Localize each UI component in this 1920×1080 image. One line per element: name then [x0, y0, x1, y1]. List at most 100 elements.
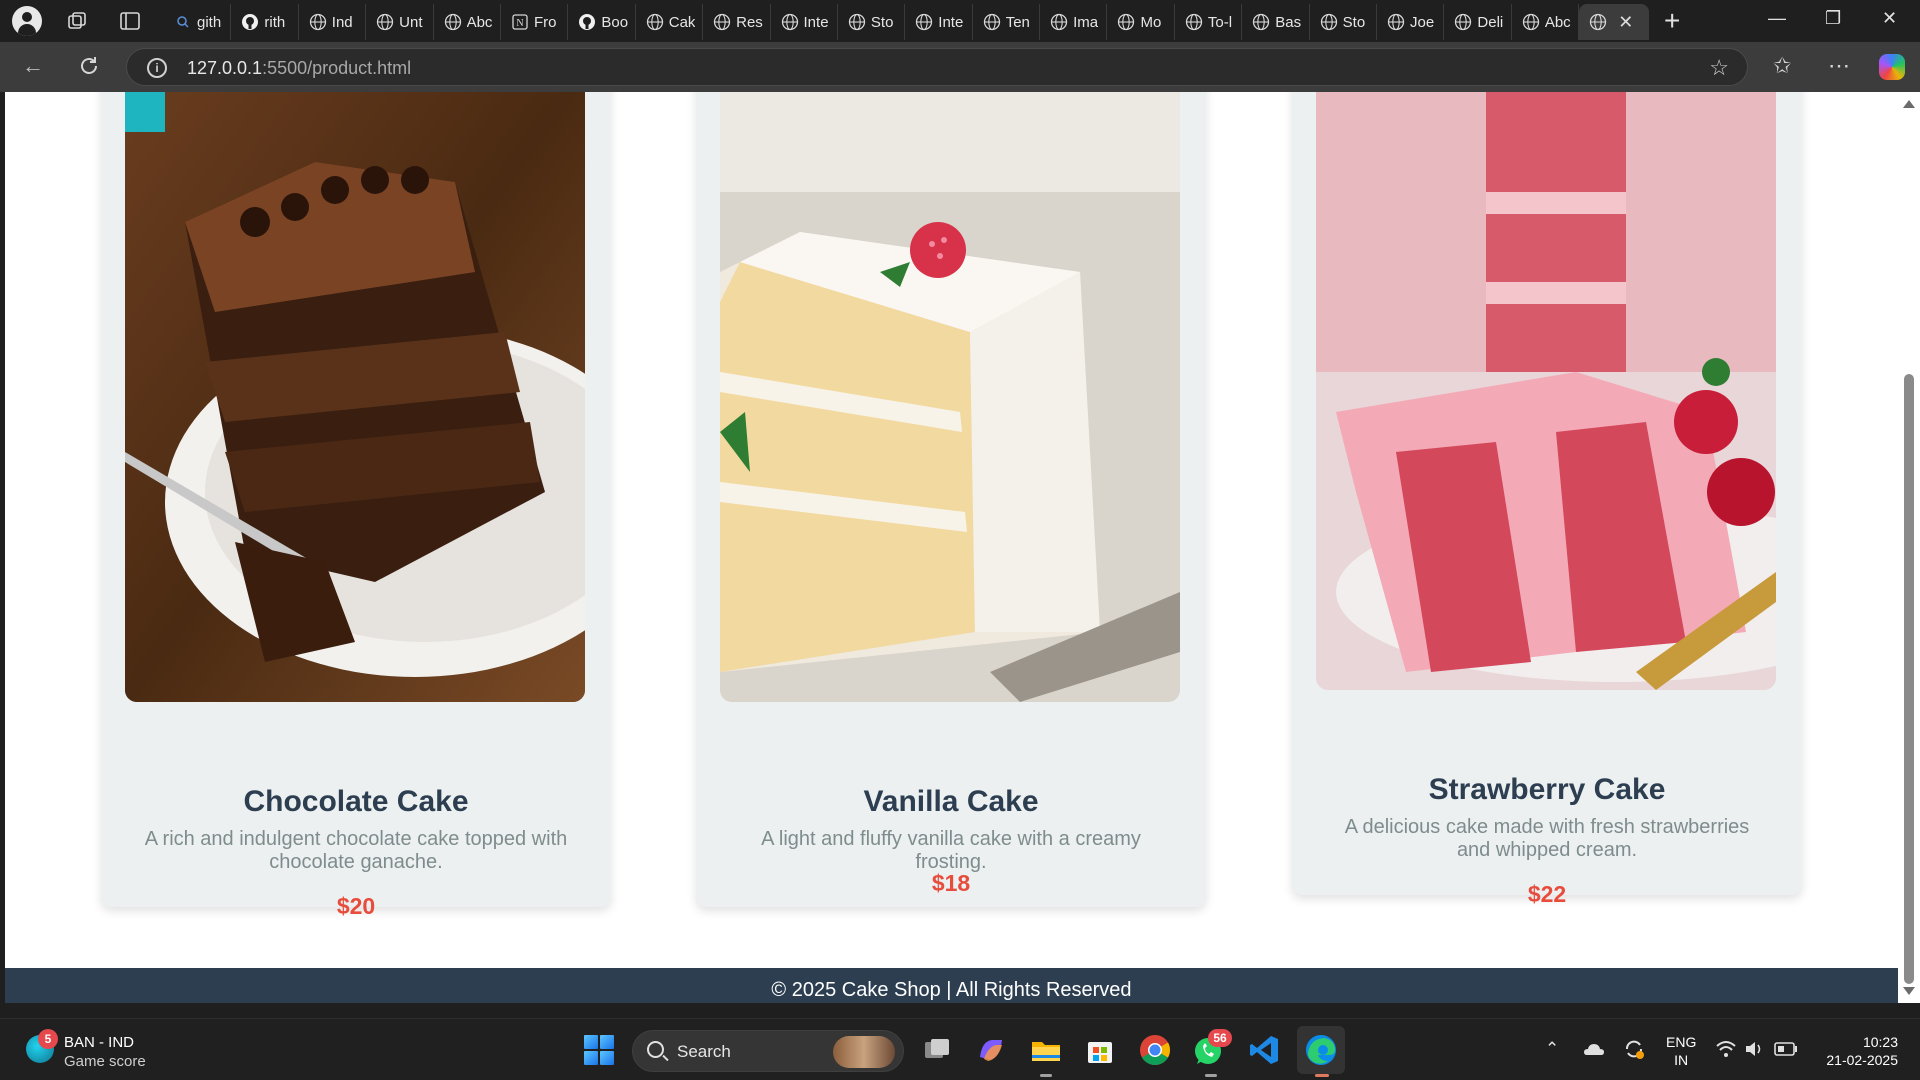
strawberry-cake-image: [1316, 92, 1776, 690]
product-card-strawberry: Strawberry Cake A delicious cake made wi…: [1292, 92, 1802, 907]
workspaces-icon[interactable]: [66, 10, 88, 32]
back-arrow-icon[interactable]: ←: [22, 54, 44, 78]
product-price: $22: [1527, 881, 1567, 907]
sports-widget[interactable]: 5 BAN - IND Game score: [24, 1029, 184, 1073]
onedrive-cloud-icon[interactable]: [1583, 1039, 1605, 1061]
browser-tab[interactable]: Bas: [1242, 4, 1310, 40]
globe-icon: [646, 13, 664, 31]
microsoft-store-icon[interactable]: [1083, 1033, 1117, 1067]
taskbar-search[interactable]: Search: [632, 1030, 904, 1072]
clock-date: 21-02-2025: [1826, 1052, 1898, 1068]
tab-title: Ind: [331, 13, 353, 31]
start-windows-icon[interactable]: [584, 1035, 614, 1065]
vscode-icon[interactable]: [1247, 1033, 1281, 1067]
browser-tab[interactable]: Sto: [838, 4, 906, 40]
close-window-button[interactable]: ✕: [1882, 8, 1897, 29]
scroll-up-arrow-icon[interactable]: [1903, 100, 1915, 108]
tab-title: Boo: [601, 13, 629, 31]
active-browser-tab[interactable]: ✕: [1579, 4, 1650, 40]
browser-tab[interactable]: Inte: [771, 4, 838, 40]
browser-tab[interactable]: Joe: [1377, 4, 1445, 40]
browser-tab[interactable]: Ima: [1040, 4, 1108, 40]
globe-icon: [1050, 13, 1068, 31]
browser-tab[interactable]: To-l: [1175, 4, 1243, 40]
minimize-window-button[interactable]: —: [1768, 8, 1786, 29]
edge-browser-icon[interactable]: [1304, 1033, 1338, 1067]
restore-window-button[interactable]: ❐: [1825, 8, 1841, 29]
product-price: $18: [931, 870, 971, 896]
browser-tab[interactable]: Deli: [1444, 4, 1512, 40]
browser-tab[interactable]: Res: [703, 4, 771, 40]
refresh-icon[interactable]: [77, 54, 101, 78]
tab-title: Res: [736, 13, 763, 31]
browser-tab[interactable]: Sto: [1310, 4, 1378, 40]
globe-icon: [444, 13, 462, 31]
file-explorer-icon[interactable]: [1029, 1033, 1063, 1067]
system-clock[interactable]: 10:23 21-02-2025: [1826, 1033, 1898, 1069]
page-footer: © 2025 Cake Shop | All Rights Reserved: [5, 968, 1898, 1003]
product-description: A light and fluffy vanilla cake with a c…: [761, 828, 1141, 873]
scroll-down-arrow-icon[interactable]: [1903, 987, 1915, 995]
browser-tab[interactable]: Boo: [568, 4, 636, 40]
battery-icon[interactable]: [1774, 1040, 1798, 1058]
globe-icon: [983, 13, 1001, 31]
github-icon: [578, 13, 596, 31]
widget-badge: 5: [38, 1029, 58, 1049]
input-language-indicator[interactable]: ENG IN: [1666, 1033, 1696, 1069]
browser-tab[interactable]: Ind: [299, 4, 367, 40]
notion-icon: N: [511, 13, 529, 31]
browser-tab[interactable]: gith: [164, 4, 232, 40]
page-scrollbar[interactable]: [1898, 92, 1920, 1003]
more-options-icon[interactable]: ⋯: [1828, 54, 1850, 78]
browser-tab[interactable]: Ten: [973, 4, 1041, 40]
search-label: Search: [677, 1042, 731, 1061]
browser-tab[interactable]: rith: [231, 4, 299, 40]
tab-title: Ten: [1005, 13, 1030, 31]
profile-avatar-icon[interactable]: [12, 6, 42, 36]
address-bar[interactable]: i 127.0.0.1:5500/product.html ☆: [126, 48, 1748, 86]
widget-title: BAN - IND: [64, 1034, 135, 1051]
browser-tab[interactable]: Cak: [636, 4, 704, 40]
github-icon: [241, 13, 259, 31]
browser-tab[interactable]: Unt: [366, 4, 434, 40]
scrollbar-thumb[interactable]: [1904, 374, 1914, 984]
globe-icon: [1117, 13, 1135, 31]
vertical-tabs-icon[interactable]: [119, 10, 141, 32]
volume-icon[interactable]: [1744, 1039, 1766, 1059]
site-info-icon[interactable]: i: [147, 58, 167, 78]
globe-icon: [915, 13, 933, 31]
tab-title: Unt: [399, 13, 423, 31]
sync-icon[interactable]: [1622, 1037, 1646, 1061]
copilot-icon[interactable]: [1879, 54, 1905, 80]
tab-title: Bas: [1275, 13, 1302, 31]
browser-tab[interactable]: N Fro: [501, 4, 569, 40]
favorites-list-icon[interactable]: ✩: [1773, 54, 1791, 78]
page-viewport: Chocolate Cake A rich and indulgent choc…: [5, 92, 1898, 1003]
url-text[interactable]: 127.0.0.1:5500/product.html: [187, 58, 411, 79]
product-card-chocolate: Chocolate Cake A rich and indulgent choc…: [101, 92, 611, 919]
tab-title: Inte: [803, 13, 829, 31]
chocolate-cake-image: [125, 92, 585, 702]
task-view-icon[interactable]: [920, 1033, 954, 1067]
tab-title: Deli: [1477, 13, 1504, 31]
browser-tab[interactable]: Abc: [1512, 4, 1580, 40]
browser-tab[interactable]: Abc: [434, 4, 501, 40]
svg-text:N: N: [516, 18, 523, 29]
wifi-icon[interactable]: [1715, 1039, 1737, 1059]
browser-tab[interactable]: Mo: [1107, 4, 1175, 40]
copilot-app-icon[interactable]: [974, 1033, 1008, 1067]
new-tab-button[interactable]: +: [1664, 7, 1680, 35]
widget-subtitle: Game score: [64, 1053, 146, 1070]
tab-title: Cak: [668, 13, 696, 31]
windows-taskbar: 5 BAN - IND Game score Search 56 ⌃ ENG I…: [0, 1018, 1920, 1080]
product-price: $20: [336, 893, 376, 919]
close-tab-icon[interactable]: ✕: [1618, 12, 1633, 33]
tab-title: rith: [264, 13, 286, 31]
favorite-star-icon[interactable]: ☆: [1709, 55, 1729, 81]
show-hidden-icons-chevron-icon[interactable]: ⌃: [1545, 1039, 1559, 1059]
search-icon: [647, 1041, 664, 1058]
browser-tab[interactable]: Inte: [905, 4, 973, 40]
globe-icon: [376, 13, 394, 31]
chrome-icon[interactable]: [1138, 1033, 1172, 1067]
globe-icon: [713, 13, 731, 31]
